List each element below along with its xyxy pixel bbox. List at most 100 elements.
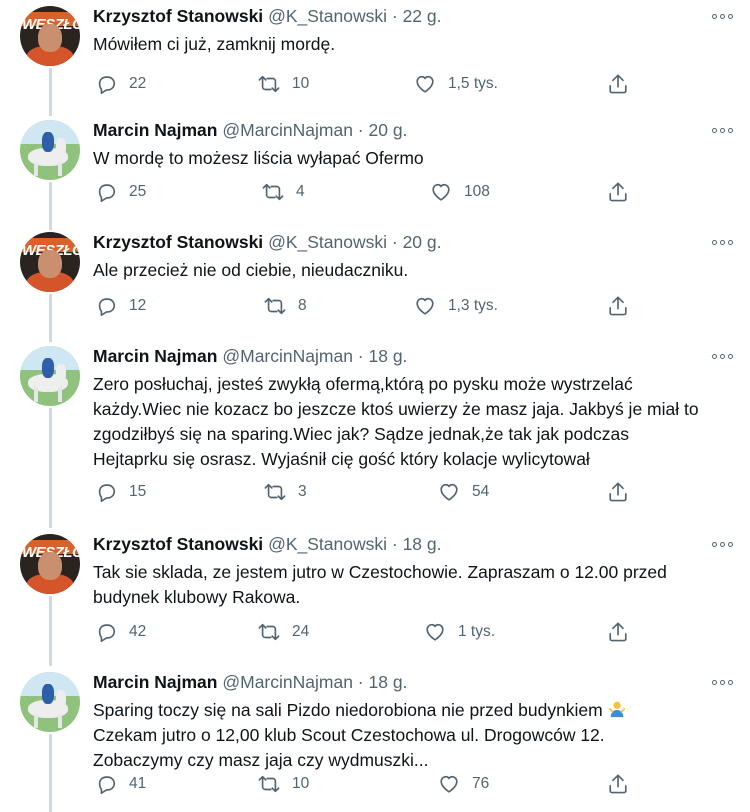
avatar-face (38, 250, 62, 278)
like-button[interactable]: 1,5 tys. (414, 70, 498, 98)
reply-button[interactable]: 25 (95, 178, 146, 206)
tweet-text-line: budynek klubowy Rakowa. (93, 587, 301, 607)
tweet-timestamp[interactable]: 18 g. (369, 346, 408, 366)
najman-avatar[interactable] (20, 120, 80, 180)
more-options-icon[interactable] (712, 12, 736, 22)
author-name[interactable]: Krzysztof Stanowski (93, 6, 263, 26)
author-handle[interactable]: @MarcinNajman (222, 672, 353, 692)
tweet-timestamp[interactable]: 18 g. (403, 534, 442, 554)
retweet-icon (258, 775, 280, 793)
tweet-header: Marcin Najman @MarcinNajman · 18 g. (93, 344, 407, 368)
tweet-timestamp[interactable]: 20 g. (369, 120, 408, 140)
avatar-horse-leg (34, 162, 38, 176)
tweet-text-line: Czekam jutro o 12,00 klub Scout Czestoch… (93, 725, 605, 745)
retweet-button[interactable]: 10 (258, 70, 309, 98)
stanowski-avatar[interactable]: WESZŁO (20, 232, 80, 292)
share-button[interactable] (607, 618, 629, 646)
separator-dot: · (387, 232, 403, 252)
share-icon (609, 774, 627, 794)
reply-count: 22 (129, 75, 147, 92)
like-button[interactable]: 108 (430, 178, 490, 206)
avatar-horse-neck (56, 138, 66, 156)
retweet-button[interactable]: 3 (264, 478, 307, 506)
like-icon (440, 483, 458, 501)
share-button[interactable] (607, 478, 629, 506)
tweet[interactable]: WESZŁO Krzysztof Stanowski @K_Stanowski ·… (0, 228, 750, 340)
more-options-icon[interactable] (712, 238, 736, 248)
tweet-actions: 41 10 76 (0, 770, 750, 798)
tweet[interactable]: Marcin Najman @MarcinNajman · 18 g. Spari… (0, 668, 750, 812)
author-name[interactable]: Marcin Najman (93, 346, 217, 366)
author-handle[interactable]: @MarcinNajman (222, 346, 353, 366)
tweet[interactable]: WESZŁO Krzysztof Stanowski @K_Stanowski ·… (0, 2, 750, 114)
najman-avatar[interactable] (20, 672, 80, 732)
reply-button[interactable]: 42 (95, 618, 146, 646)
stanowski-avatar[interactable]: WESZŁO (20, 534, 80, 594)
stanowski-avatar[interactable]: WESZŁO (20, 6, 80, 66)
separator-dot: · (387, 534, 403, 554)
more-options-icon[interactable] (712, 352, 736, 362)
tweet[interactable]: WESZŁO Krzysztof Stanowski @K_Stanowski ·… (0, 530, 750, 666)
tweet-actions: 22 10 1,5 tys. (0, 70, 750, 98)
author-handle[interactable]: @K_Stanowski (268, 6, 387, 26)
reply-button[interactable]: 22 (95, 70, 146, 98)
like-icon (432, 183, 450, 201)
retweet-count: 24 (292, 623, 310, 640)
retweet-button[interactable]: 10 (258, 770, 309, 798)
more-options-icon[interactable] (712, 540, 736, 550)
like-button[interactable]: 54 (438, 478, 489, 506)
reply-count: 15 (129, 483, 147, 500)
retweet-button[interactable]: 24 (258, 618, 309, 646)
author-name[interactable]: Marcin Najman (93, 120, 217, 140)
reply-count: 41 (129, 775, 147, 792)
avatar-horse-neck (56, 364, 66, 382)
separator-dot: · (352, 346, 369, 366)
retweet-icon (258, 75, 280, 93)
tweet-text-line: Zero posłuchaj, jesteś zwykłą ofermą,któ… (93, 374, 633, 394)
retweet-icon (262, 183, 284, 201)
tweet[interactable]: Marcin Najman @MarcinNajman · 20 g. W mor… (0, 116, 750, 228)
tweet-text: Mówiłem ci już, zamknij mordę. (93, 32, 733, 57)
like-button[interactable]: 76 (438, 770, 489, 798)
tweet-text-line: Ale przecież nie od ciebie, nieudaczniku… (93, 260, 409, 280)
tweet-header: Krzysztof Stanowski @K_Stanowski · 20 g. (93, 230, 442, 254)
tweet-timestamp[interactable]: 20 g. (403, 232, 442, 252)
share-button[interactable] (607, 770, 629, 798)
share-icon (609, 296, 627, 316)
like-icon (440, 775, 458, 793)
author-handle[interactable]: @K_Stanowski (268, 534, 387, 554)
author-name[interactable]: Krzysztof Stanowski (93, 232, 263, 252)
reply-button[interactable]: 41 (95, 770, 146, 798)
separator-dot: · (352, 672, 369, 692)
retweet-count: 8 (298, 297, 307, 314)
retweet-button[interactable]: 8 (264, 292, 307, 320)
retweet-count: 3 (298, 483, 307, 500)
avatar-horse-leg (34, 388, 38, 402)
share-button[interactable] (607, 292, 629, 320)
tweet[interactable]: Marcin Najman @MarcinNajman · 18 g. Zero … (0, 342, 750, 528)
author-name[interactable]: Krzysztof Stanowski (93, 534, 263, 554)
like-button[interactable]: 1,3 tys. (414, 292, 498, 320)
author-handle[interactable]: @K_Stanowski (268, 232, 387, 252)
reply-button[interactable]: 12 (95, 292, 146, 320)
share-button[interactable] (607, 70, 629, 98)
like-count: 54 (472, 483, 490, 500)
tweet-timestamp[interactable]: 22 g. (403, 6, 442, 26)
author-name[interactable]: Marcin Najman (93, 672, 217, 692)
reply-button[interactable]: 15 (95, 478, 146, 506)
avatar-rider (42, 358, 54, 378)
retweet-button[interactable]: 4 (262, 178, 305, 206)
more-options-icon[interactable] (712, 126, 736, 136)
retweet-count: 4 (296, 183, 305, 200)
tweet-timestamp[interactable]: 18 g. (369, 672, 408, 692)
share-button[interactable] (607, 178, 629, 206)
like-button[interactable]: 1 tys. (424, 618, 495, 646)
author-handle[interactable]: @MarcinNajman (222, 120, 353, 140)
tweet-text-line: Tak sie sklada, ze jestem jutro w Czesto… (93, 562, 667, 582)
najman-avatar[interactable] (20, 346, 80, 406)
tweet-text: W mordę to możesz liścia wyłapać Ofermo (93, 146, 733, 171)
retweet-icon (264, 483, 286, 501)
more-options-icon[interactable] (712, 678, 736, 688)
retweet-count: 10 (292, 775, 310, 792)
tweet-header: Marcin Najman @MarcinNajman · 18 g. (93, 670, 407, 694)
